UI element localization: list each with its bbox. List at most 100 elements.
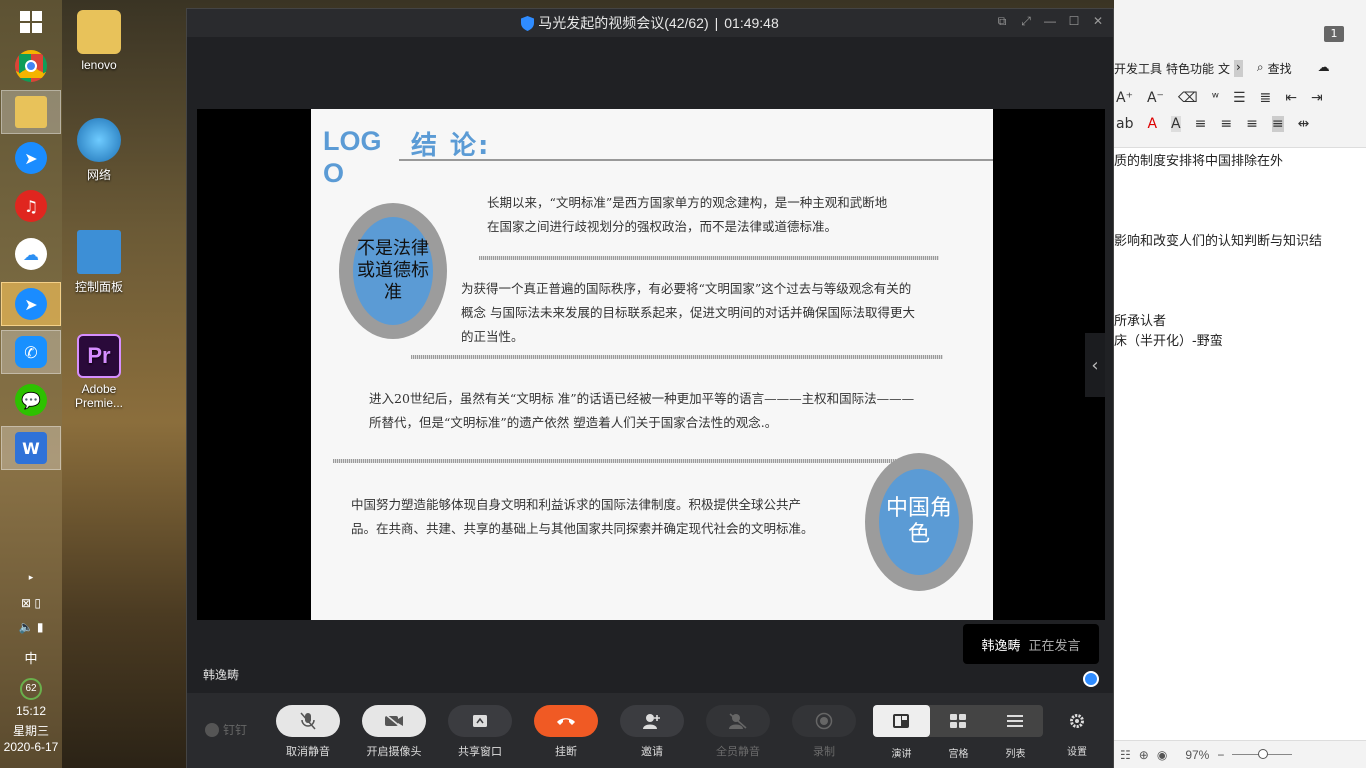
- record-button[interactable]: 录制: [791, 705, 857, 759]
- tray-time[interactable]: 15:12: [0, 704, 62, 718]
- outline-icon[interactable]: ☷: [1120, 748, 1131, 762]
- view-speaker-button[interactable]: [873, 705, 930, 737]
- hangup-label: 挂断: [555, 746, 577, 758]
- doc-text-line: 所承认者: [1114, 314, 1167, 329]
- windows-logo-icon: [20, 11, 42, 33]
- font-grow-icon[interactable]: A⁺: [1116, 90, 1133, 106]
- slide-logo: LOGO: [323, 126, 382, 188]
- desktop-icon-network[interactable]: 网络: [64, 118, 134, 183]
- zoom-slider-thumb[interactable]: [1258, 749, 1269, 759]
- numbered-list-icon[interactable]: ≣: [1260, 90, 1272, 106]
- control-panel-icon: [77, 230, 121, 274]
- shield-lock-icon: [521, 15, 535, 31]
- desktop-icon-control-panel[interactable]: 控制面板: [64, 230, 134, 295]
- taskbar-chrome[interactable]: [1, 44, 61, 88]
- align-left-icon[interactable]: ≡: [1195, 116, 1207, 132]
- close-icon[interactable]: ✕: [1091, 14, 1105, 29]
- paragraph-2-line: 的正当性。: [461, 329, 524, 344]
- zoom-level[interactable]: 97%: [1185, 748, 1209, 762]
- globe-icon: [77, 118, 121, 162]
- start-camera-button[interactable]: 开启摄像头: [361, 705, 427, 759]
- unmute-button[interactable]: 取消静音: [275, 705, 341, 759]
- zoom-out-icon[interactable]: −: [1217, 748, 1224, 762]
- unmute-label: 取消静音: [286, 746, 330, 758]
- paragraph-3: 进入20世纪后，虽然有关“文明标 准”的话语已经被一种更加平等的语言———主权和…: [369, 387, 914, 435]
- window-title: 马光发起的视频会议(42/62): [538, 15, 709, 31]
- share-window-button[interactable]: 共享窗口: [447, 705, 513, 759]
- read-mode-icon[interactable]: ◉: [1157, 748, 1167, 762]
- start-button[interactable]: [1, 0, 61, 44]
- font-shrink-icon[interactable]: A⁻: [1147, 90, 1164, 106]
- desktop-icon-lenovo[interactable]: lenovo: [64, 10, 134, 72]
- char-shading-icon[interactable]: A: [1171, 116, 1181, 132]
- settings-button[interactable]: 设置: [1045, 705, 1109, 758]
- divider: [479, 256, 939, 260]
- menu-developer-tools[interactable]: 开发工具: [1114, 60, 1162, 77]
- dingtalk-logo-icon: [205, 722, 219, 737]
- fullscreen-icon[interactable]: ⤢: [1019, 14, 1033, 29]
- dingtalk-brand: 钉钉: [205, 721, 247, 738]
- minimize-icon[interactable]: —: [1043, 14, 1057, 29]
- gear-icon: [1061, 705, 1093, 737]
- zoom-slider[interactable]: [1232, 749, 1293, 759]
- view-grid-button[interactable]: [930, 705, 987, 737]
- desktop-icon-label: lenovo: [81, 58, 117, 72]
- bullet-list-icon[interactable]: ☰: [1233, 90, 1246, 106]
- search-label[interactable]: 查找: [1268, 60, 1292, 77]
- taskbar-baidu-netdisk[interactable]: ☁: [1, 232, 61, 276]
- taskbar-wechat[interactable]: 💬: [1, 378, 61, 422]
- chrome-icon: [15, 50, 47, 82]
- hangup-button[interactable]: 挂断: [533, 705, 599, 759]
- circle-china-role-label: 中国角色: [879, 469, 959, 575]
- cloud-sync-icon[interactable]: ☁: [1318, 60, 1330, 77]
- taskbar-dingtalk[interactable]: ✆: [1, 330, 61, 374]
- popout-icon[interactable]: ⧉: [995, 14, 1009, 29]
- align-center-icon[interactable]: ≡: [1220, 116, 1232, 132]
- page-badge: 1: [1324, 26, 1344, 42]
- view-list-button[interactable]: [986, 705, 1043, 737]
- eraser-icon[interactable]: ⌫: [1178, 90, 1198, 106]
- menu-scroll-icon[interactable]: ›: [1234, 60, 1243, 77]
- paragraph-3-line: 所替代，但是“文明标准”的遗产依然 塑造着人们关于国家合法性的观念.。: [369, 415, 778, 430]
- tray-badge[interactable]: 62: [0, 678, 62, 700]
- shared-screen: LOGO 结 论: 不是法律或道德标准 长期以来，“文明标准”是西方国家单方的观…: [197, 109, 1105, 620]
- document-status-bar: ☷ ⊕ ◉ 97% −: [1114, 740, 1366, 768]
- tray-ime[interactable]: 中: [0, 648, 62, 667]
- taskbar-wps[interactable]: W: [1, 426, 61, 470]
- paragraph-4-line: 品。在共商、共建、共享的基础上与其他国家共同探索并确定现代社会的文明标准。: [351, 521, 814, 536]
- align-right-icon[interactable]: ≡: [1246, 116, 1258, 132]
- maximize-icon[interactable]: ☐: [1067, 14, 1081, 29]
- chevron-left-icon: ‹: [1091, 354, 1099, 376]
- align-justify-icon[interactable]: ≡: [1271, 116, 1284, 132]
- taskbar-file-explorer[interactable]: [1, 90, 61, 134]
- taskbar-feishu-active[interactable]: ➤: [1, 282, 61, 326]
- distribute-icon[interactable]: ⇹: [1298, 116, 1310, 132]
- indent-icon[interactable]: ⇥: [1311, 90, 1323, 106]
- phonetic-icon[interactable]: ʷ: [1212, 90, 1219, 106]
- side-panel-toggle[interactable]: ‹: [1085, 333, 1105, 397]
- search-icon: ⌕: [1256, 60, 1264, 74]
- highlight-icon[interactable]: ab: [1116, 116, 1133, 132]
- tray-expand-icon[interactable]: ▸: [0, 572, 62, 583]
- tray-volume-icon[interactable]: 🔈 ▮: [0, 620, 62, 634]
- invite-button[interactable]: 邀请: [619, 705, 685, 759]
- add-user-icon: [620, 705, 684, 737]
- grid-view-icon: [950, 714, 966, 728]
- menu-more[interactable]: 文: [1218, 60, 1230, 77]
- taskbar-netease-music[interactable]: ♫: [1, 184, 61, 228]
- taskbar-feishu[interactable]: ➤: [1, 136, 61, 180]
- meeting-window: 马光发起的视频会议(42/62) | 01:49:48 ⧉ ⤢ — ☐ ✕ LO…: [186, 8, 1114, 768]
- doc-text-line: 质的制度安排将中国排除在外: [1114, 154, 1284, 169]
- tray-network-icon[interactable]: ⊠ ▯: [0, 596, 62, 610]
- chat-icon[interactable]: [1083, 671, 1099, 687]
- web-view-icon[interactable]: ⊕: [1139, 748, 1149, 762]
- font-color-icon[interactable]: A: [1147, 116, 1157, 132]
- view-layout-switcher: [873, 705, 1043, 737]
- record-label: 录制: [813, 746, 835, 758]
- outdent-icon[interactable]: ⇤: [1285, 90, 1297, 106]
- view-list-label: 列表: [1005, 749, 1026, 760]
- mute-all-button[interactable]: 全员静音: [705, 705, 771, 759]
- desktop-icon-premiere[interactable]: Pr Adobe Premie...: [64, 334, 134, 410]
- paragraph-1-line: 在国家之间进行歧视划分的强权政治，而不是法律或道德标准。: [487, 219, 838, 234]
- menu-features[interactable]: 特色功能: [1166, 60, 1214, 77]
